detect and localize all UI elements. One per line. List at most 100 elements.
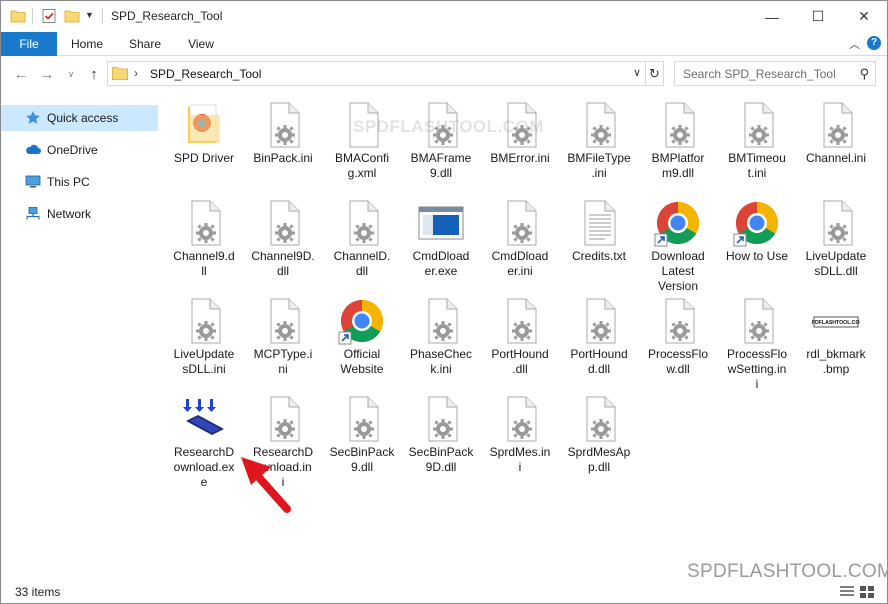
- file-item[interactable]: Channel.ini: [797, 97, 875, 191]
- file-name: BMError.ini: [490, 151, 550, 165]
- tab-view[interactable]: View: [173, 32, 229, 56]
- file-name: MCPType.i ni: [253, 347, 313, 376]
- file-item[interactable]: Channel9D. dll: [244, 195, 322, 289]
- file-item[interactable]: ProcessFlo wSetting.in i: [718, 293, 796, 391]
- file-item[interactable]: SPD Driver: [165, 97, 243, 191]
- file-name: BMTimeou t.ini: [728, 151, 786, 180]
- file-name: PortHound d.dll: [570, 347, 628, 376]
- chevron-up-icon[interactable]: ︿: [849, 36, 860, 52]
- sidebar-item-onedrive[interactable]: OneDrive: [1, 137, 158, 163]
- file-item[interactable]: BMError.ini: [481, 97, 559, 191]
- navigation-pane: Quick access OneDrive This PC Network: [1, 93, 158, 575]
- search-input[interactable]: Search SPD_Research_Tool ⚲: [674, 61, 876, 86]
- folder-icon: [112, 67, 128, 80]
- file-settings-icon: [812, 199, 860, 247]
- file-name: Credits.txt: [571, 249, 626, 263]
- file-item[interactable]: CmdDload er.ini: [481, 195, 559, 289]
- tab-file[interactable]: File: [1, 32, 57, 56]
- file-item[interactable]: BMTimeou t.ini: [718, 97, 796, 191]
- customize-toolbar-icon[interactable]: ▼: [85, 10, 101, 26]
- breadcrumb-path[interactable]: SPD_Research_Tool: [150, 67, 261, 81]
- new-folder-icon[interactable]: [64, 8, 80, 24]
- back-button[interactable]: ←: [11, 64, 31, 84]
- file-item[interactable]: PhaseChec k.ini: [402, 293, 480, 387]
- sidebar-item-this-pc[interactable]: This PC: [1, 169, 158, 195]
- file-item[interactable]: SPDFLASHTOOL.COM rdl_bkmark.bmp: [797, 293, 875, 387]
- explorer-window: ▼ SPD_Research_Tool — ☐ ✕ File Home Shar…: [0, 0, 888, 604]
- file-item[interactable]: LiveUpdate sDLL.ini: [165, 293, 243, 387]
- star-icon: [25, 110, 41, 126]
- help-icon[interactable]: ?: [867, 36, 881, 50]
- file-item[interactable]: LiveUpdate sDLL.dll: [797, 195, 875, 289]
- file-name: ResearchD ownload.ex e: [173, 445, 235, 489]
- refresh-icon: ↻: [649, 65, 660, 81]
- close-icon: ✕: [858, 8, 870, 24]
- properties-icon[interactable]: [41, 8, 57, 24]
- file-item[interactable]: BMAConfi g.xml: [323, 97, 401, 191]
- file-name: Channel9.d ll: [173, 249, 235, 278]
- folder-icon: [180, 101, 228, 149]
- annotation-arrow: [241, 457, 291, 513]
- file-item[interactable]: ProcessFlo w.dll: [639, 293, 717, 387]
- chrome-shortcut-icon: [733, 199, 781, 247]
- file-name: Official Website: [340, 347, 384, 376]
- ribbon-tabs: File Home Share View ︿ ?: [1, 32, 887, 56]
- address-bar[interactable]: › SPD_Research_Tool ∨: [107, 61, 646, 86]
- file-settings-icon: [338, 199, 386, 247]
- file-settings-icon: [733, 101, 781, 149]
- file-item[interactable]: How to Use: [718, 195, 796, 289]
- close-button[interactable]: ✕: [841, 1, 887, 32]
- file-name: ChannelD. dll: [333, 249, 391, 278]
- forward-button[interactable]: →: [37, 64, 57, 84]
- file-settings-icon: [654, 101, 702, 149]
- breadcrumb-chevron-icon[interactable]: ›: [134, 66, 138, 80]
- svg-text:SPDFLASHTOOL.COM: SPDFLASHTOOL.COM: [812, 320, 860, 326]
- refresh-button[interactable]: ↻: [646, 61, 664, 86]
- arrow-right-icon: →: [39, 65, 55, 83]
- file-item[interactable]: Credits.txt: [560, 195, 638, 289]
- computer-icon: [25, 174, 41, 190]
- sidebar-item-network[interactable]: Network: [1, 201, 158, 227]
- up-button[interactable]: ↑: [84, 64, 104, 84]
- file-item[interactable]: PortHound d.dll: [560, 293, 638, 387]
- cloud-icon: [25, 142, 41, 158]
- file-item[interactable]: PortHound .dll: [481, 293, 559, 387]
- file-item[interactable]: SecBinPack 9.dll: [323, 391, 401, 485]
- file-settings-icon: [259, 297, 307, 345]
- file-item[interactable]: SprdMes.in i: [481, 391, 559, 485]
- file-name: SecBinPack 9.dll: [329, 445, 395, 474]
- file-item[interactable]: ResearchD ownload.ex e: [165, 391, 243, 489]
- file-item[interactable]: BMAFrame 9.dll: [402, 97, 480, 191]
- minimize-icon: —: [765, 8, 779, 25]
- file-item[interactable]: SprdMesAp p.dll: [560, 391, 638, 485]
- file-item[interactable]: SecBinPack 9D.dll: [402, 391, 480, 485]
- file-name: rdl_bkmark .bmp: [806, 347, 866, 376]
- details-view-icon[interactable]: [839, 585, 855, 599]
- file-item[interactable]: BMFileType .ini: [560, 97, 638, 191]
- maximize-icon: ☐: [811, 8, 825, 24]
- minimize-button[interactable]: —: [749, 1, 795, 32]
- file-item[interactable]: CmdDload er.exe: [402, 195, 480, 289]
- folder-icon[interactable]: [10, 8, 26, 24]
- large-icons-view-icon[interactable]: [859, 585, 875, 599]
- file-item[interactable]: Download Latest Version: [639, 195, 717, 293]
- file-item[interactable]: Official Website: [323, 293, 401, 387]
- chevron-down-icon[interactable]: ∨: [633, 66, 641, 79]
- file-item[interactable]: MCPType.i ni: [244, 293, 322, 387]
- file-item[interactable]: BMPlatfor m9.dll: [639, 97, 717, 191]
- tab-share[interactable]: Share: [117, 32, 173, 56]
- file-settings-icon: [259, 395, 307, 443]
- file-item[interactable]: BinPack.ini: [244, 97, 322, 191]
- file-name: LiveUpdate sDLL.dll: [805, 249, 867, 278]
- file-item[interactable]: Channel9.d ll: [165, 195, 243, 289]
- recent-locations-button[interactable]: ∨: [61, 64, 81, 84]
- sidebar-item-quick-access[interactable]: Quick access: [1, 105, 158, 131]
- status-bar: 33 items: [1, 581, 887, 603]
- maximize-button[interactable]: ☐: [795, 1, 841, 32]
- tab-home[interactable]: Home: [59, 32, 115, 56]
- file-settings-icon: [496, 297, 544, 345]
- file-settings-icon: [180, 297, 228, 345]
- file-item[interactable]: ChannelD. dll: [323, 195, 401, 289]
- file-name: How to Use: [725, 249, 789, 263]
- file-settings-icon: [812, 101, 860, 149]
